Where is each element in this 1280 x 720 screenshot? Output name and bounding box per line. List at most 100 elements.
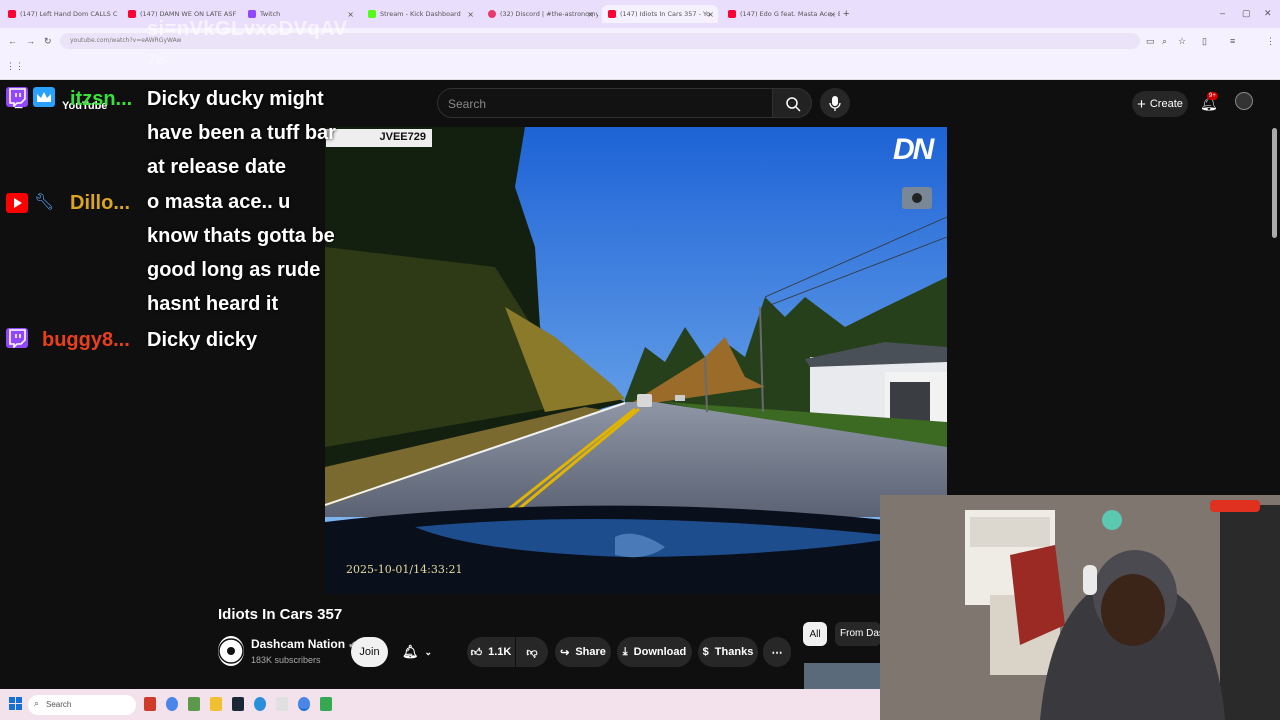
- minimize-icon[interactable]: –: [1220, 8, 1225, 18]
- thanks-button[interactable]: $ Thanks: [698, 637, 758, 667]
- youtube-favicon-icon: [8, 10, 16, 18]
- create-button[interactable]: + Create: [1132, 91, 1188, 117]
- chip-all[interactable]: All: [803, 622, 827, 646]
- tab-idiots-in-cars[interactable]: (147) Idiots In Cars 357 - Yo ×: [602, 5, 718, 23]
- forward-icon[interactable]: →: [26, 36, 35, 46]
- voice-search-button[interactable]: [820, 88, 850, 118]
- app-icon[interactable]: [188, 697, 200, 711]
- plus-icon: +: [1137, 95, 1146, 113]
- apps-grid-icon[interactable]: ⋮⋮: [6, 61, 24, 72]
- video-timestamp: 2025-10-01/14:33:21: [346, 563, 463, 576]
- tab-discord[interactable]: (32) Discord | #the-astronomy ×: [482, 5, 598, 23]
- channel-avatar[interactable]: [218, 636, 244, 666]
- zoom-icon[interactable]: ⌕: [1162, 36, 1167, 47]
- more-icon: ⋯: [771, 646, 783, 659]
- sidebar-icon[interactable]: ▯: [1202, 36, 1207, 47]
- chevron-down-icon: ⌄: [424, 646, 433, 657]
- crown-badge-icon: [33, 87, 55, 107]
- dn-watermark: DN: [893, 133, 934, 166]
- chat-line: at release date: [147, 156, 286, 178]
- video-frame: [325, 127, 947, 594]
- windows-start-icon[interactable]: [9, 697, 23, 711]
- close-icon[interactable]: ×: [707, 10, 714, 19]
- chat-line: have been a tuff bar: [147, 122, 336, 144]
- tab-title: (147) Left Hand Dom CALLS CI: [20, 10, 118, 18]
- notification-bell-button[interactable]: 🔔︎ ⌄: [394, 637, 440, 667]
- share-icon: ↪: [560, 646, 570, 659]
- recommended-thumbnail[interactable]: [804, 663, 880, 689]
- streamer-webcam: [880, 495, 1280, 720]
- search-input[interactable]: Search: [437, 88, 773, 118]
- maximize-icon[interactable]: ▢: [1242, 8, 1251, 19]
- edge-icon[interactable]: [254, 697, 266, 711]
- window-close-icon[interactable]: ✕: [1264, 8, 1272, 19]
- opera-icon[interactable]: [144, 697, 156, 711]
- youtube-favicon-icon: [128, 10, 136, 18]
- steam-icon[interactable]: [232, 697, 244, 711]
- video-title: Idiots In Cars 357: [218, 606, 343, 623]
- download-icon: ⤓: [622, 645, 628, 658]
- tab-title: (147) Edo G feat. Masta Ace - E: [740, 10, 840, 18]
- close-icon[interactable]: ×: [829, 10, 836, 19]
- reload-icon[interactable]: ↻: [44, 36, 52, 47]
- chat-line: o masta ace.. u: [147, 191, 291, 213]
- notification-badge: 9+: [1207, 92, 1218, 100]
- like-button[interactable]: 👍︎ 1.1K: [467, 637, 515, 667]
- chat-line: know thats gotta be: [147, 225, 335, 247]
- webcam-image: [880, 495, 1280, 720]
- like-count: 1.1K: [488, 646, 512, 658]
- chat-message: Dicky dicky: [147, 323, 352, 357]
- twitch-icon: [6, 87, 28, 108]
- taskbar-search[interactable]: ⌕ Search: [28, 695, 136, 715]
- tab-title: Stream - Kick Dashboard: [380, 10, 461, 18]
- dislike-button[interactable]: 👎︎: [516, 637, 548, 667]
- back-icon[interactable]: ←: [8, 36, 17, 46]
- menu-icon[interactable]: ⋮: [1266, 36, 1275, 47]
- extensions-icon[interactable]: ≡: [1230, 36, 1235, 46]
- bell-icon: 🔔︎: [401, 644, 419, 659]
- search-button[interactable]: [772, 88, 812, 118]
- tab-left-hand-dom[interactable]: (147) Left Hand Dom CALLS CI: [2, 5, 118, 23]
- tab-kick-dashboard[interactable]: Stream - Kick Dashboard ×: [362, 5, 478, 23]
- overlay-url-text: si=nVkGLvxcDVqAV: [147, 18, 348, 40]
- video-player[interactable]: [325, 127, 947, 594]
- wrench-icon: 🔧︎: [34, 194, 55, 211]
- obs-app-icon[interactable]: [320, 697, 332, 711]
- bookmarks-bar: ⋮⋮: [0, 54, 1280, 80]
- download-button[interactable]: ⤓ Download: [617, 637, 692, 667]
- chat-line: Dicky ducky might: [147, 88, 324, 110]
- chip-from-channel[interactable]: From Dash: [835, 622, 881, 646]
- close-icon[interactable]: ×: [347, 10, 354, 19]
- tab-title: (32) Discord | #the-astronomy: [500, 10, 598, 18]
- chrome-icon[interactable]: [166, 697, 178, 711]
- close-icon[interactable]: ×: [587, 10, 594, 19]
- more-actions-button[interactable]: ⋯: [763, 637, 791, 667]
- chat-username: itzsn...: [70, 88, 133, 110]
- share-label: Share: [575, 646, 606, 658]
- new-tab-icon[interactable]: +: [843, 8, 849, 20]
- youtube-favicon-icon: [728, 10, 736, 18]
- twitch-favicon-icon: [248, 10, 256, 18]
- bookmark-star-icon[interactable]: ☆: [1178, 36, 1186, 47]
- share-button[interactable]: ↪ Share: [555, 637, 611, 667]
- tab-title: (147) Idiots In Cars 357 - Yo: [620, 10, 711, 18]
- page-scrollbar[interactable]: [1272, 128, 1277, 238]
- chat-message: Dicky ducky might have been a tuff bar a…: [147, 82, 352, 184]
- close-icon[interactable]: ×: [467, 10, 474, 19]
- file-explorer-icon[interactable]: [210, 697, 222, 711]
- cast-icon[interactable]: ▭: [1146, 36, 1155, 47]
- microphone-icon: [829, 96, 841, 111]
- download-label: Download: [633, 646, 687, 658]
- chat-username: buggy8...: [42, 329, 130, 351]
- chrome-active-icon[interactable]: [298, 697, 310, 711]
- channel-name[interactable]: Dashcam Nation ✔︎: [251, 637, 357, 651]
- join-button[interactable]: Join: [351, 637, 388, 667]
- chat-message: o masta ace.. u know thats gotta be good…: [147, 185, 352, 321]
- subscriber-count: 183K subscribers: [251, 655, 321, 665]
- search-icon: [786, 97, 801, 112]
- create-label: Create: [1149, 98, 1183, 110]
- account-avatar[interactable]: [1235, 92, 1253, 110]
- notepad-icon[interactable]: [276, 697, 288, 711]
- tab-edo-g[interactable]: (147) Edo G feat. Masta Ace - E ×: [722, 5, 840, 23]
- search-icon: ⌕: [34, 698, 40, 708]
